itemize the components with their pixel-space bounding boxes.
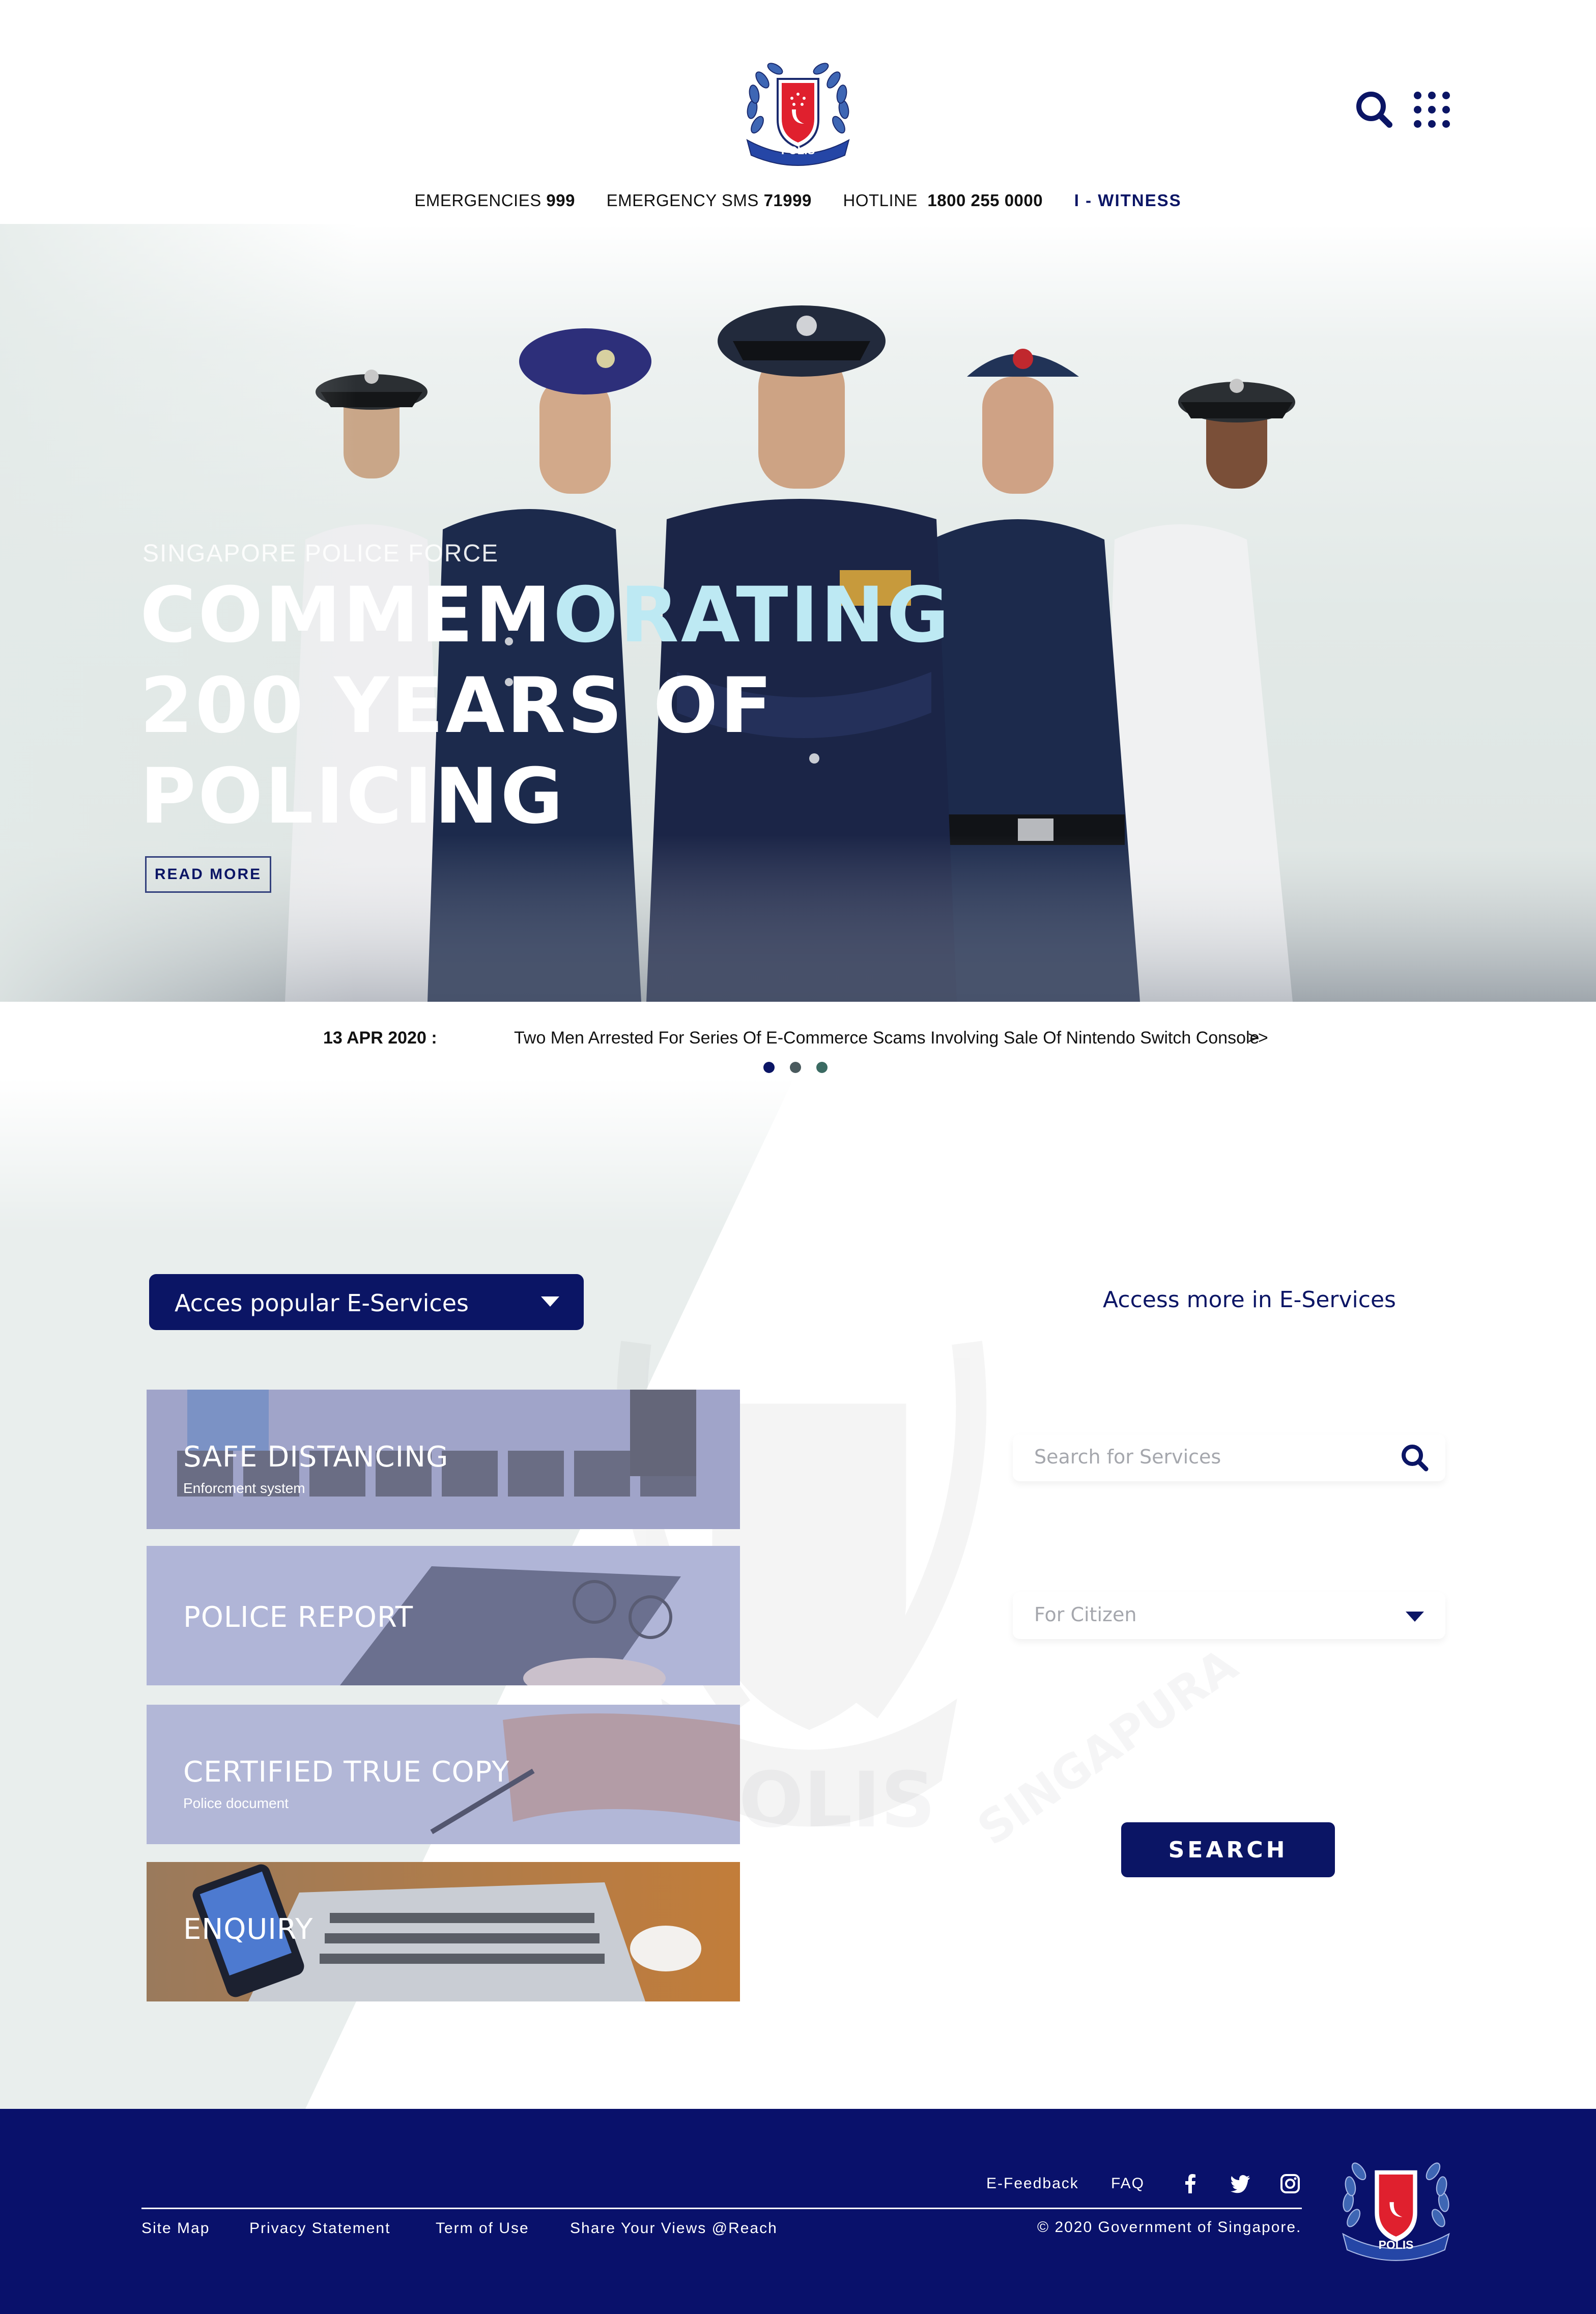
service-search-field [1013,1434,1445,1481]
e-services-section: POLIS SINGAPURA Acces popular E-Services… [0,1078,1596,2109]
share-your-views-link[interactable]: Share Your Views @Reach [570,2220,778,2237]
copyright-text: © 2020 Government of Singapore. [1037,2219,1302,2236]
news-headline-link[interactable]: Two Men Arrested For Series Of E-Commerc… [514,1028,1259,1048]
search-icon[interactable] [1400,1443,1430,1473]
card-title: CERTIFIED TRUE COPY [183,1756,510,1789]
hotline-contact[interactable]: HOTLINE 1800 255 0000 [843,191,1043,210]
audience-select-value: For Citizen [1034,1603,1137,1626]
facebook-icon[interactable] [1180,2173,1201,2194]
site-map-link[interactable]: Site Map [141,2220,210,2237]
carousel-dot-2[interactable] [790,1062,801,1073]
card-subtitle: Police document [183,1795,289,1811]
service-card-enquiry[interactable]: ENQUIRY [147,1862,740,2001]
term-of-use-link[interactable]: Term of Use [436,2220,529,2237]
audience-select[interactable]: For Citizen [1013,1592,1445,1639]
faq-link[interactable]: FAQ [1111,2175,1145,2192]
caret-down-icon [1406,1612,1424,1622]
hero-eyebrow: SINGAPORE POLICE FORCE [142,540,499,567]
dropdown-label: Acces popular E-Services [175,1289,469,1317]
header-actions [1354,89,1456,130]
card-title: SAFE DISTANCING [183,1441,449,1474]
popular-e-services-dropdown[interactable]: Acces popular E-Services [149,1274,584,1330]
service-card-certified-true-copy[interactable]: CERTIFIED TRUE COPY Police document [147,1705,740,1844]
hero-banner: SINGAPORE POLICE FORCE COMMEMORATING 200… [0,224,1596,1002]
read-more-button[interactable]: READ MORE [145,856,271,893]
footer-divider [141,2208,1302,2209]
news-ticker: 13 APR 2020 : Two Men Arrested For Serie… [0,1002,1596,1078]
emergency-contact-bar: EMERGENCIES 999 EMERGENCY SMS 71999 HOTL… [0,191,1596,216]
svg-text:POLIS: POLIS [1379,2238,1414,2251]
card-title: ENQUIRY [183,1913,314,1946]
news-date: 13 APR 2020 : [323,1028,437,1048]
card-subtitle: Enforcment system [183,1480,305,1496]
carousel-dot-3[interactable] [816,1062,828,1073]
svg-text:POLIS: POLIS [781,144,815,157]
news-more-link[interactable]: >> [1248,1028,1268,1048]
police-crest-logo[interactable]: POLIS [737,59,859,168]
site-footer: E-Feedback FAQ Site Map Privacy Statemen… [0,2109,1596,2314]
service-card-safe-distancing[interactable]: SAFE DISTANCING Enforcment system [147,1390,740,1529]
access-more-e-services-link[interactable]: Access more in E-Services [1059,1287,1440,1313]
service-card-police-report[interactable]: POLICE REPORT [147,1546,740,1685]
caret-down-icon [541,1296,559,1307]
search-button[interactable]: SEARCH [1121,1822,1335,1877]
twitter-icon[interactable] [1230,2173,1251,2194]
search-input[interactable] [1034,1446,1380,1468]
search-icon[interactable] [1354,89,1394,130]
emergencies-contact[interactable]: EMERGENCIES 999 [414,191,575,210]
carousel-dot-1[interactable] [763,1062,775,1073]
i-witness-link[interactable]: I - WITNESS [1074,191,1182,210]
police-crest-logo[interactable]: POLIS [1332,2144,1460,2268]
card-title: POLICE REPORT [183,1601,414,1634]
e-feedback-link[interactable]: E-Feedback [986,2175,1079,2192]
instagram-icon[interactable] [1279,2173,1301,2194]
apps-grid-icon[interactable] [1414,92,1450,128]
privacy-statement-link[interactable]: Privacy Statement [249,2220,390,2237]
hero-title: COMMEMORATING 200 YEARS OF POLICING [140,571,952,841]
emergency-sms-contact[interactable]: EMERGENCY SMS 71999 [607,191,812,210]
